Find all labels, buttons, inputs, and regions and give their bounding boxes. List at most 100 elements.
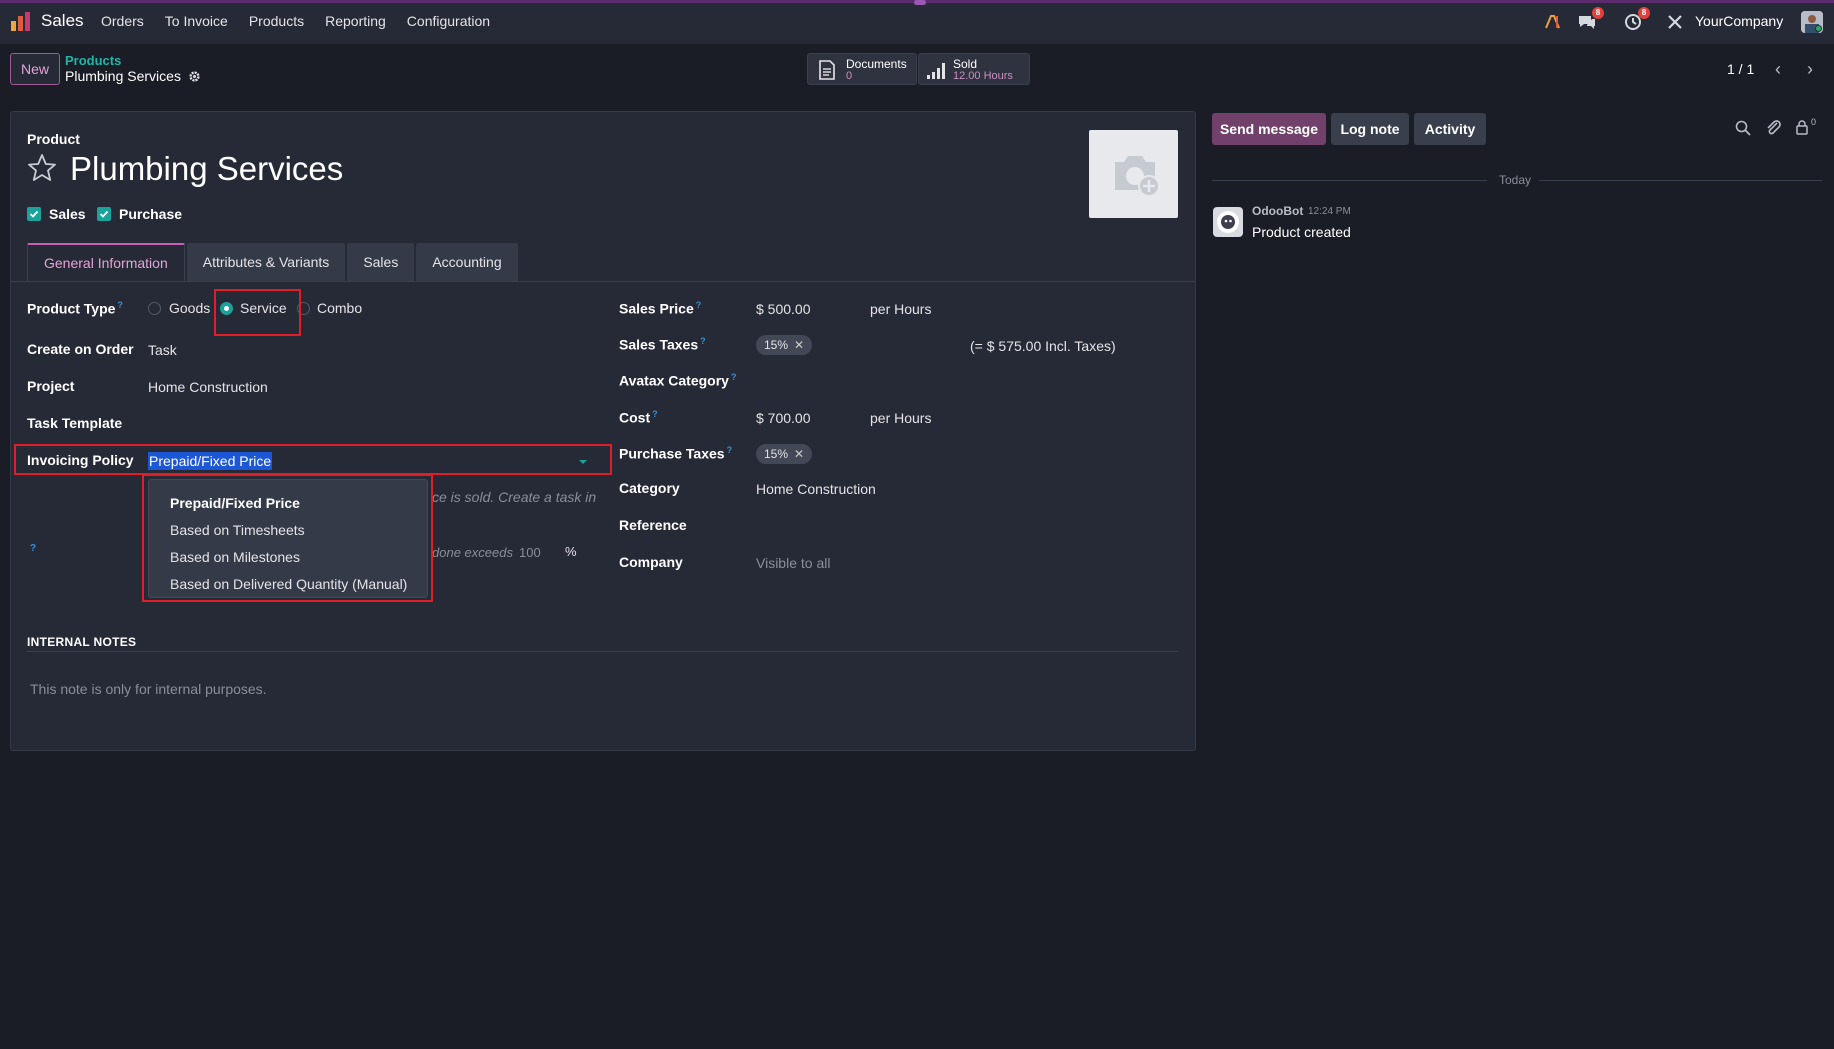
remove-tag-icon[interactable]: ✕ <box>794 447 804 461</box>
purchase-checkbox-label: Purchase <box>119 206 183 222</box>
pager-value[interactable]: 1 / 1 <box>1727 61 1754 77</box>
internal-notes-title: INTERNAL NOTES <box>27 635 137 649</box>
company-value[interactable]: Visible to all <box>756 555 830 571</box>
date-separator: Today <box>1499 173 1532 187</box>
threshold-unit: % <box>565 544 577 559</box>
dropdown-highlight-box <box>142 474 433 602</box>
sales-price-unit: per Hours <box>870 301 932 317</box>
sold-value: 12.00 Hours <box>953 70 1013 82</box>
sales-tax-tag[interactable]: 15% ✕ <box>756 335 813 355</box>
activities-badge: 8 <box>1638 7 1650 19</box>
followers-count: 0 <box>1811 117 1817 127</box>
new-button[interactable]: New <box>10 53 60 85</box>
tab-attributes-variants[interactable]: Attributes & Variants <box>186 243 346 281</box>
threshold-value[interactable]: 100 <box>519 545 541 560</box>
product-label: Product <box>27 131 80 147</box>
documents-count: 0 <box>846 70 853 82</box>
help-icon[interactable]: ? <box>652 409 658 419</box>
cost-label: Cost? <box>619 409 658 426</box>
ai-icon[interactable] <box>1543 12 1563 32</box>
product-type-combo[interactable]: Combo <box>317 300 362 316</box>
loading-indicator <box>914 0 926 5</box>
product-name[interactable]: Plumbing Services <box>70 150 343 188</box>
odoobot-avatar[interactable] <box>1213 207 1243 237</box>
incl-taxes-value: (= $ 575.00 Incl. Taxes) <box>970 338 1116 354</box>
sales-checkbox-label: Sales <box>49 206 86 222</box>
sales-price-label: Sales Price? <box>619 300 702 317</box>
menu-orders[interactable]: Orders <box>101 13 144 29</box>
user-lock-icon <box>1796 120 1808 135</box>
messages-button[interactable]: 8 <box>1577 7 1604 32</box>
help-icon[interactable]: ? <box>731 372 737 382</box>
category-value[interactable]: Home Construction <box>756 481 876 497</box>
followers-button[interactable]: 0 <box>1795 117 1821 137</box>
documents-smart-button[interactable]: Documents 0 <box>807 53 917 85</box>
tab-divider <box>11 281 1195 282</box>
menu-reporting[interactable]: Reporting <box>325 13 386 29</box>
service-tracking-hint: ce is sold. Create a task in <box>432 489 597 505</box>
user-avatar[interactable] <box>1801 11 1823 33</box>
message-body: Product created <box>1252 224 1351 240</box>
breadcrumb-products[interactable]: Products <box>65 53 121 68</box>
purchase-tax-tag[interactable]: 15% ✕ <box>756 444 813 464</box>
menu-to-invoice[interactable]: To Invoice <box>165 13 228 29</box>
online-status-dot <box>1815 25 1822 32</box>
messages-badge: 8 <box>1592 7 1604 19</box>
sales-taxes-label: Sales Taxes? <box>619 336 706 353</box>
threshold-hint: done exceeds <box>432 545 513 560</box>
sales-app-icon[interactable] <box>9 9 33 33</box>
message-time: 12:24 PM <box>1308 206 1351 217</box>
sales-price-value[interactable]: $ 500.00 <box>756 301 811 317</box>
section-divider <box>27 651 1179 652</box>
company-switcher[interactable]: YourCompany <box>1695 13 1783 29</box>
cost-unit: per Hours <box>870 410 932 426</box>
help-icon[interactable]: ? <box>117 300 123 310</box>
menu-products[interactable]: Products <box>249 13 304 29</box>
date-divider-right <box>1539 180 1822 181</box>
sold-label: Sold <box>953 57 978 71</box>
signal-chart-icon <box>927 63 945 79</box>
app-name[interactable]: Sales <box>41 11 84 31</box>
service-highlight-box <box>214 289 301 336</box>
star-icon[interactable] <box>26 152 58 184</box>
create-on-order-value[interactable]: Task <box>148 342 177 358</box>
form-tabs: General Information Attributes & Variant… <box>27 243 520 281</box>
checkbox-checked-icon <box>97 207 111 221</box>
gear-icon[interactable] <box>188 70 201 83</box>
activities-button[interactable]: 8 <box>1623 7 1650 32</box>
tab-general-information[interactable]: General Information <box>27 243 185 281</box>
odoobot-icon <box>1217 211 1239 233</box>
project-value[interactable]: Home Construction <box>148 379 268 395</box>
create-on-order-label: Create on Order <box>27 341 134 357</box>
help-icon[interactable]: ? <box>696 300 702 310</box>
can-be-purchased-checkbox[interactable]: Purchase <box>97 206 182 222</box>
pager-next-icon[interactable]: › <box>1800 60 1820 80</box>
pager-previous-icon[interactable]: ‹ <box>1768 60 1788 80</box>
purchase-taxes-label: Purchase Taxes? <box>619 445 733 462</box>
send-message-button[interactable]: Send message <box>1212 113 1326 145</box>
activity-button[interactable]: Activity <box>1414 113 1486 145</box>
help-icon[interactable]: ? <box>700 336 706 346</box>
sold-smart-button[interactable]: Sold 12.00 Hours <box>918 53 1030 85</box>
project-label: Project <box>27 378 75 394</box>
cost-value[interactable]: $ 700.00 <box>756 410 811 426</box>
remove-tag-icon[interactable]: ✕ <box>794 338 804 352</box>
form-sheet <box>10 111 1196 751</box>
tab-accounting[interactable]: Accounting <box>416 243 518 281</box>
message-author[interactable]: OdooBot <box>1252 204 1303 218</box>
product-image-placeholder[interactable] <box>1089 130 1178 218</box>
menu-configuration[interactable]: Configuration <box>407 13 490 29</box>
product-type-goods[interactable]: Goods <box>169 300 210 316</box>
tools-icon[interactable] <box>1665 12 1685 32</box>
log-note-button[interactable]: Log note <box>1331 113 1409 145</box>
search-icon[interactable] <box>1734 119 1752 137</box>
reference-label: Reference <box>619 517 687 533</box>
radio-goods[interactable] <box>148 302 161 315</box>
paperclip-icon[interactable] <box>1765 119 1783 137</box>
help-icon[interactable]: ? <box>727 445 733 455</box>
invoicing-policy-highlight-box <box>14 444 612 475</box>
help-icon[interactable]: ? <box>30 543 36 554</box>
internal-notes-field[interactable]: This note is only for internal purposes. <box>30 681 267 697</box>
can-be-sold-checkbox[interactable]: Sales <box>27 206 86 222</box>
tab-sales[interactable]: Sales <box>347 243 415 281</box>
